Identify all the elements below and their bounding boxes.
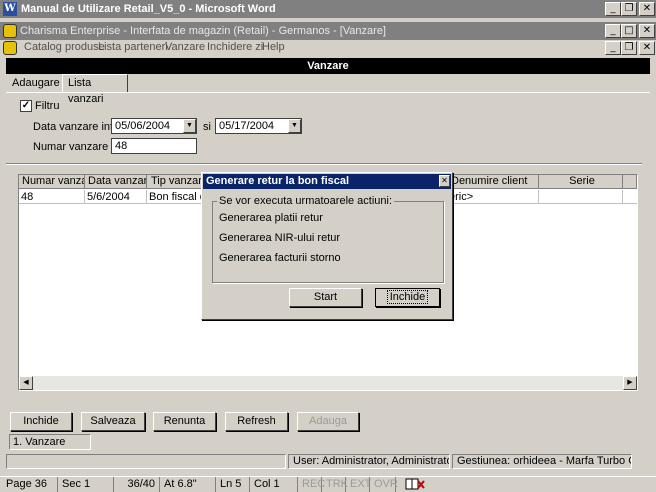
date-from-value: 05/06/2004	[115, 120, 171, 132]
filter-divider	[6, 163, 642, 165]
app-logo-icon	[3, 41, 17, 55]
start-button[interactable]: Start	[289, 288, 362, 307]
scroll-right-icon[interactable]: ▶	[623, 376, 637, 390]
close-icon[interactable]: ✕	[639, 2, 655, 16]
status-ext[interactable]: EXT	[346, 477, 371, 492]
tab-label: Adaugare	[12, 77, 60, 89]
filter-checkbox[interactable]: ✓	[20, 100, 32, 112]
window-list-item[interactable]: 1. Vanzare	[9, 434, 91, 450]
close-button[interactable]: Inchide	[10, 412, 72, 431]
chevron-down-icon[interactable]: ▼	[183, 119, 196, 133]
menu-catalog-produse[interactable]: Catalog produse	[24, 40, 105, 54]
menu-lista-parteneri[interactable]: Lista parteneri	[98, 40, 168, 54]
date-to-field[interactable]: 05/17/2004 ▼	[215, 118, 302, 134]
date-range-label: Data vanzare intre	[33, 121, 123, 133]
cell-data: 5/6/2004	[85, 190, 147, 204]
page-title: Vanzare	[307, 60, 349, 72]
status-empty-cell	[6, 454, 286, 469]
date-to-value: 05/17/2004	[219, 120, 275, 132]
tab-adaugare[interactable]: Adaugare	[8, 76, 60, 92]
app-logo-icon	[3, 24, 17, 38]
dialog-title-bar: Generare retur la bon fiscal ✕	[203, 174, 451, 189]
menu-vanzare[interactable]: Vanzare	[165, 40, 205, 54]
cell-client: eric>	[447, 190, 539, 204]
status-column: Col 1	[250, 477, 298, 492]
horizontal-scrollbar[interactable]: ◀ ▶	[19, 376, 637, 390]
close-icon[interactable]: ✕	[439, 175, 450, 187]
minimize-icon[interactable]: _	[605, 24, 621, 38]
status-page: Page 36	[2, 477, 58, 492]
group-label: Se vor executa urmatoarele actiuni:	[217, 194, 395, 208]
restore-icon[interactable]: ❐	[621, 41, 637, 55]
section-header: Vanzare	[6, 58, 650, 74]
action-item: Generarea platii retur	[219, 212, 323, 224]
sale-number-field[interactable]: 48	[111, 138, 197, 154]
dialog-title: Generare retur la bon fiscal	[206, 175, 350, 187]
dialog-close-button[interactable]: Inchide	[375, 288, 440, 307]
refresh-button[interactable]: Refresh	[225, 412, 288, 431]
date-separator: si	[203, 121, 211, 133]
word-window-title: Manual de Utilizare Retail_V5_0 - Micros…	[21, 3, 276, 15]
app-status-bar: User: Administrator, Administrator Gesti…	[6, 454, 650, 470]
word-title-bar: W Manual de Utilizare Retail_V5_0 - Micr…	[0, 0, 656, 18]
menu-help[interactable]: Help	[262, 40, 285, 54]
save-button[interactable]: Salveaza	[81, 412, 145, 431]
minimize-icon[interactable]: _	[605, 2, 621, 16]
status-management: Gestiunea: orhideea - Marfa Turbo Carre	[452, 454, 632, 469]
cell-numar: 48	[19, 190, 85, 204]
scroll-left-icon[interactable]: ◀	[19, 376, 33, 390]
column-header-numar[interactable]: Numar vanzare	[19, 175, 85, 189]
action-item: Generarea facturii storno	[219, 252, 341, 264]
word-status-bar: Page 36 Sec 1 36/40 At 6.8" Ln 5 Col 1 R…	[0, 476, 656, 492]
sale-number-value: 48	[115, 140, 128, 152]
chevron-down-icon[interactable]: ▼	[288, 119, 301, 133]
menu-bar: Catalog produse Lista parteneri Vanzare …	[0, 40, 656, 56]
status-ovr[interactable]: OVR	[370, 477, 398, 492]
filter-label: Filtru	[35, 100, 60, 112]
action-item: Generarea NIR-ului retur	[219, 232, 341, 244]
tab-divider	[6, 92, 650, 93]
date-from-field[interactable]: 05/06/2004 ▼	[111, 118, 197, 134]
menu-inchidere-zi[interactable]: Inchidere zi	[207, 40, 263, 54]
add-button[interactable]: Adauga	[297, 412, 359, 431]
restore-icon[interactable]: □	[621, 24, 637, 38]
actions-group: Se vor executa urmatoarele actiuni: Gene…	[212, 194, 444, 283]
status-line: Ln 5	[216, 477, 250, 492]
cell-serie	[539, 190, 623, 204]
restore-icon[interactable]: ❐	[621, 2, 637, 16]
status-rec[interactable]: REC	[298, 477, 325, 492]
status-section: Sec 1	[58, 477, 114, 492]
cancel-button[interactable]: Renunta	[153, 412, 216, 431]
status-user: User: Administrator, Administrator	[288, 454, 450, 469]
app-window-title: Charisma Enterprise - Interfata de magaz…	[20, 25, 386, 37]
word-app-icon: W	[3, 2, 17, 16]
column-header-extra	[623, 175, 637, 189]
app-title-bar: Charisma Enterprise - Interfata de magaz…	[0, 22, 656, 40]
column-header-data[interactable]: Data vanzarii	[85, 175, 147, 189]
close-icon[interactable]: ✕	[639, 41, 655, 55]
status-pages: 36/40	[114, 477, 160, 492]
status-trk[interactable]: TRK	[322, 477, 348, 492]
close-icon[interactable]: ✕	[639, 24, 655, 38]
spelling-book-icon[interactable]	[404, 478, 426, 491]
tab-label: Lista vanzari	[68, 77, 104, 105]
tab-lista-vanzari[interactable]: Lista vanzari	[62, 74, 128, 105]
minimize-icon[interactable]: _	[605, 41, 621, 55]
sale-number-label: Numar vanzare	[33, 141, 109, 153]
status-at: At 6.8"	[160, 477, 216, 492]
column-header-serie[interactable]: Serie	[539, 175, 623, 189]
return-dialog: Generare retur la bon fiscal ✕ Se vor ex…	[201, 172, 453, 320]
column-header-client[interactable]: Denumire client	[447, 175, 539, 189]
